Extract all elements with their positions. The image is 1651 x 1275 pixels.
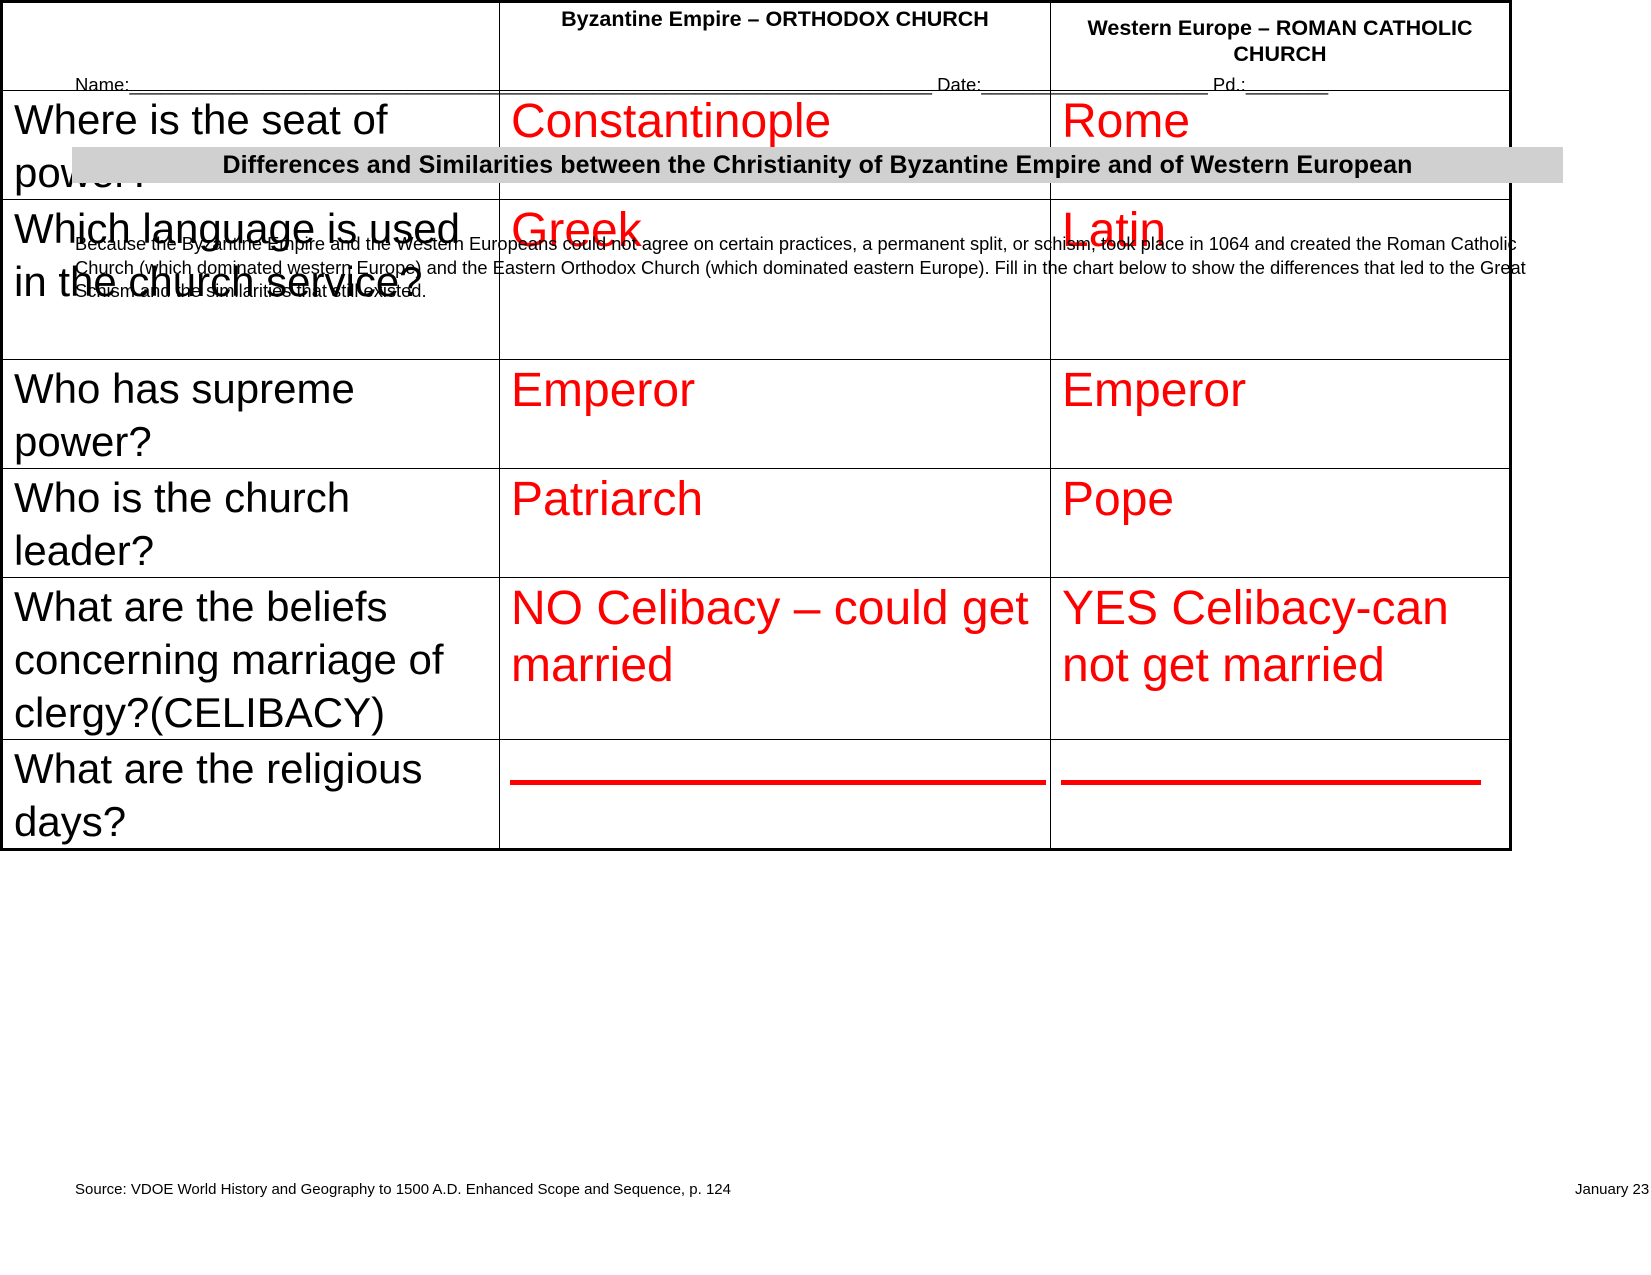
byzantine-answer[interactable]: Patriarch: [499, 468, 1051, 578]
table-row: Where is the seat of power? Constantinop…: [1, 90, 1511, 200]
header-fields: Name:___________________________________…: [75, 74, 1328, 96]
footer-source: Source: VDOE World History and Geography…: [75, 1181, 731, 1198]
western-answer[interactable]: Emperor: [1050, 359, 1511, 469]
western-answer[interactable]: Rome: [1050, 90, 1511, 200]
answer-blank-line: [510, 780, 1046, 785]
period-label: Pd.:: [1212, 74, 1246, 95]
page-title: Differences and Similarities between the…: [222, 150, 1413, 179]
question-cell: Where is the seat of power?: [1, 90, 500, 200]
footer-date: January 23: [1575, 1181, 1650, 1198]
byzantine-answer-blank[interactable]: [499, 739, 1051, 850]
date-label: Date:: [937, 74, 982, 95]
western-answer[interactable]: YES Celibacy-can not get married: [1050, 577, 1511, 740]
table-row: What are the religious days?: [1, 739, 1511, 850]
comparison-table: Byzantine Empire – ORTHODOX CHURCH Weste…: [0, 0, 1512, 851]
name-field[interactable]: ________________________________________…: [130, 74, 933, 95]
byzantine-answer[interactable]: Emperor: [499, 359, 1051, 469]
intro-paragraph: Because the Byzantine Empire and the Wes…: [75, 233, 1526, 301]
question-cell: Who is the church leader?: [1, 468, 500, 578]
byzantine-answer[interactable]: NO Celibacy – could get married: [499, 577, 1051, 740]
period-field[interactable]: ________: [1246, 74, 1328, 95]
western-answer-blank[interactable]: [1050, 739, 1511, 850]
table-row: What are the beliefs concerning marriage…: [1, 577, 1511, 740]
answer-blank-line: [1061, 780, 1481, 785]
title-band: Differences and Similarities between the…: [72, 147, 1563, 183]
question-cell: Who has supreme power?: [1, 359, 500, 469]
date-field[interactable]: ______________________: [981, 74, 1207, 95]
question-cell: What are the religious days?: [1, 739, 500, 850]
table-row: Who has supreme power? Emperor Emperor: [1, 359, 1511, 469]
name-label: Name:: [75, 74, 130, 95]
byzantine-answer[interactable]: Constantinople: [499, 90, 1051, 200]
western-answer[interactable]: Pope: [1050, 468, 1511, 578]
question-cell: What are the beliefs concerning marriage…: [1, 577, 500, 740]
table-row: Who is the church leader? Patriarch Pope: [1, 468, 1511, 578]
